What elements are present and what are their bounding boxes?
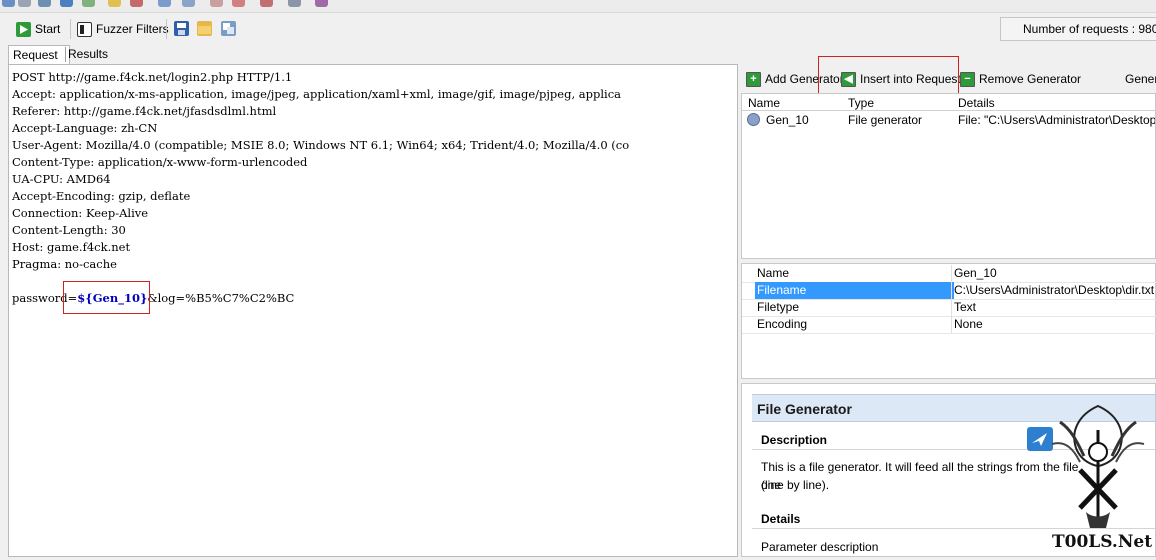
property-value[interactable]: C:\Users\Administrator\Desktop\dir.txt <box>952 282 1154 299</box>
request-count-label: Number of requests : 98021 <box>1023 22 1156 36</box>
request-line: Accept-Encoding: gzip, deflate <box>12 189 191 203</box>
remove-generator-label: Remove Generator <box>979 72 1082 86</box>
toolbar-icon[interactable] <box>2 0 15 7</box>
request-line: Referer: http://game.f4ck.net/jfasdsdlml… <box>12 104 277 118</box>
toolbar-divider <box>70 19 71 39</box>
generator-gear-icon <box>747 113 760 126</box>
top-icon-strip <box>0 0 1156 13</box>
toolbar-icon[interactable] <box>315 0 328 7</box>
details-heading: Details <box>761 512 801 526</box>
request-line: Content-Type: application/x-www-form-url… <box>12 155 308 169</box>
toolbar-icon[interactable] <box>18 0 31 7</box>
generators-menu-button[interactable]: Genera <box>1125 70 1156 88</box>
property-label: Encoding <box>757 317 808 331</box>
description-heading: Description <box>761 433 828 447</box>
property-value: Text <box>954 300 977 314</box>
open-folder-icon[interactable] <box>197 21 212 36</box>
request-line: Pragma: no-cache <box>12 257 117 271</box>
start-arrow-icon <box>16 21 31 37</box>
save-icon[interactable] <box>174 21 189 36</box>
watermark-text: T00LS.Net <box>1052 532 1152 552</box>
property-value: None <box>954 317 983 331</box>
generator-toolbar: + Add Generator ◀ Insert into Request − … <box>742 56 1156 101</box>
property-label: Filetype <box>757 300 800 314</box>
column-header-name[interactable]: Name <box>748 96 780 110</box>
toolbar-icon[interactable] <box>38 0 51 7</box>
column-header-type[interactable]: Type <box>848 96 874 110</box>
toolbar-icon[interactable] <box>288 0 301 7</box>
request-count-box: Number of requests : 98021 <box>1000 17 1156 41</box>
request-line: User-Agent: Mozilla/4.0 (compatible; MSI… <box>12 138 630 152</box>
request-editor[interactable]: POST http://game.f4ck.net/login2.php HTT… <box>8 64 738 557</box>
toolbar-divider <box>166 19 167 39</box>
request-line: Accept-Language: zh-CN <box>12 121 158 135</box>
request-line: Accept: application/x-ms-application, im… <box>12 87 621 101</box>
start-label: Start <box>35 22 61 36</box>
toolbar-icon[interactable] <box>210 0 223 7</box>
property-label: Name <box>757 266 790 280</box>
toolbar-icon[interactable] <box>182 0 195 7</box>
fuzzer-filters-button[interactable]: Fuzzer Filters <box>77 19 169 39</box>
request-line: UA-CPU: AMD64 <box>12 172 111 186</box>
request-line: Host: game.f4ck.net <box>12 240 131 254</box>
generators-menu-label: Genera <box>1125 72 1156 86</box>
toolbar-icon[interactable] <box>82 0 95 7</box>
fuzzer-filters-label: Fuzzer Filters <box>96 22 169 36</box>
token-highlight-box <box>63 281 150 314</box>
remove-icon: − <box>960 71 975 87</box>
toolbar-icon[interactable] <box>130 0 143 7</box>
start-button[interactable]: Start <box>16 19 60 39</box>
watermark-label: T00LS.Net <box>1052 532 1153 552</box>
generator-type-cell: File generator <box>848 113 923 127</box>
watermark-logo: T00LS.Net <box>1040 400 1156 557</box>
column-header-details[interactable]: Details <box>958 96 995 110</box>
table-row[interactable]: Gen_10 File generator File: "C:\Users\Ad… <box>742 111 1155 128</box>
tab-results-label: Results <box>68 47 109 61</box>
toolbar-icon[interactable] <box>60 0 73 7</box>
property-row-filetype[interactable]: Filetype Text <box>742 299 1156 317</box>
request-body-line: password=${Gen_10}&log=%B5%C7%C2%BC <box>12 290 294 307</box>
toolbar-icon[interactable] <box>232 0 245 7</box>
request-line: Connection: Keep-Alive <box>12 206 149 220</box>
tab-results[interactable]: Results <box>64 45 112 64</box>
remove-generator-button[interactable]: − Remove Generator <box>960 70 1081 88</box>
add-icon: + <box>746 71 761 87</box>
generator-properties: Name Gen_10 Filename C:\Users\Administra… <box>741 263 1156 379</box>
body-suffix: &log=%B5%C7%C2%BC <box>147 291 295 305</box>
tab-request[interactable]: Request <box>8 45 70 65</box>
property-value: Gen_10 <box>954 266 997 280</box>
request-line: POST http://game.f4ck.net/login2.php HTT… <box>12 70 293 84</box>
generator-table: Name Type Details Gen_10 File generator … <box>741 93 1156 259</box>
request-line: Content-Length: 30 <box>12 223 126 237</box>
export-icon[interactable] <box>221 21 236 36</box>
toolbar-icon[interactable] <box>260 0 273 7</box>
filter-icon <box>77 21 92 37</box>
property-label: Filename <box>755 282 954 299</box>
toolbar-icon[interactable] <box>158 0 171 7</box>
property-row-encoding[interactable]: Encoding None <box>742 316 1156 334</box>
toolbar-icon[interactable] <box>108 0 121 7</box>
tab-request-label: Request <box>13 48 58 62</box>
main-toolbar: Start Fuzzer Filters <box>0 13 1156 43</box>
property-row-name[interactable]: Name Gen_10 <box>742 265 1156 283</box>
generator-name-cell: Gen_10 <box>766 113 809 127</box>
generator-details-cell: File: "C:\Users\Administrator\Desktop\di… <box>958 113 1155 127</box>
property-row-filename[interactable]: Filename C:\Users\Administrator\Desktop\… <box>742 282 1156 300</box>
